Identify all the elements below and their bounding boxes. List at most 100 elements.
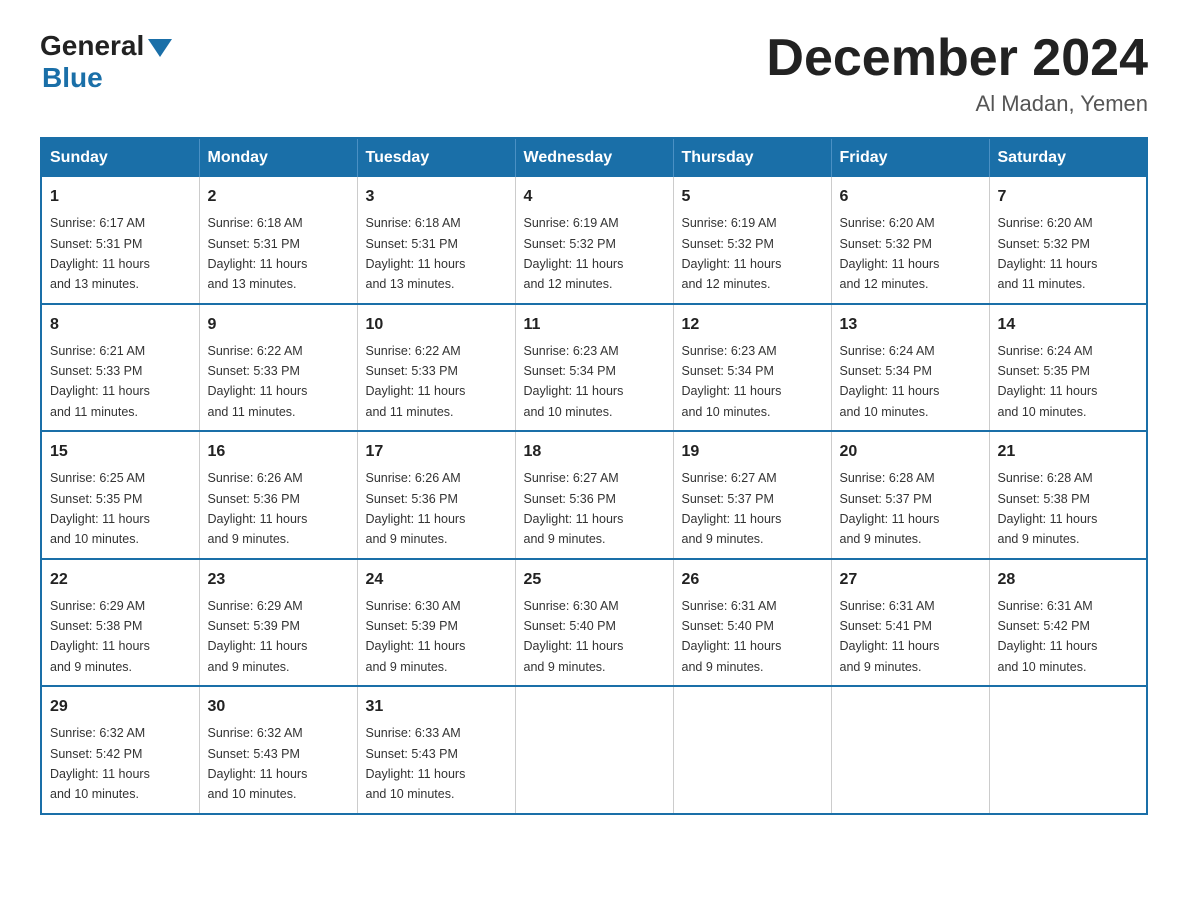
calendar-cell: 3 Sunrise: 6:18 AMSunset: 5:31 PMDayligh… (357, 177, 515, 304)
calendar-cell: 29 Sunrise: 6:32 AMSunset: 5:42 PMDaylig… (41, 686, 199, 814)
weekday-header-wednesday: Wednesday (515, 138, 673, 177)
calendar-cell: 11 Sunrise: 6:23 AMSunset: 5:34 PMDaylig… (515, 304, 673, 432)
title-section: December 2024 Al Madan, Yemen (766, 30, 1148, 117)
calendar-cell (673, 686, 831, 814)
weekday-header-thursday: Thursday (673, 138, 831, 177)
day-number: 1 (50, 185, 191, 209)
calendar-cell: 14 Sunrise: 6:24 AMSunset: 5:35 PMDaylig… (989, 304, 1147, 432)
calendar-cell: 5 Sunrise: 6:19 AMSunset: 5:32 PMDayligh… (673, 177, 831, 304)
day-info: Sunrise: 6:20 AMSunset: 5:32 PMDaylight:… (840, 216, 940, 291)
day-number: 23 (208, 568, 349, 592)
day-number: 4 (524, 185, 665, 209)
day-info: Sunrise: 6:26 AMSunset: 5:36 PMDaylight:… (208, 471, 308, 546)
day-info: Sunrise: 6:24 AMSunset: 5:35 PMDaylight:… (998, 344, 1098, 419)
calendar-cell: 4 Sunrise: 6:19 AMSunset: 5:32 PMDayligh… (515, 177, 673, 304)
logo-blue-text: Blue (42, 62, 103, 93)
calendar-cell: 12 Sunrise: 6:23 AMSunset: 5:34 PMDaylig… (673, 304, 831, 432)
day-number: 12 (682, 313, 823, 337)
calendar-cell: 1 Sunrise: 6:17 AMSunset: 5:31 PMDayligh… (41, 177, 199, 304)
day-number: 5 (682, 185, 823, 209)
day-info: Sunrise: 6:28 AMSunset: 5:37 PMDaylight:… (840, 471, 940, 546)
day-number: 16 (208, 440, 349, 464)
day-info: Sunrise: 6:29 AMSunset: 5:39 PMDaylight:… (208, 599, 308, 674)
day-info: Sunrise: 6:20 AMSunset: 5:32 PMDaylight:… (998, 216, 1098, 291)
calendar-cell: 9 Sunrise: 6:22 AMSunset: 5:33 PMDayligh… (199, 304, 357, 432)
day-info: Sunrise: 6:30 AMSunset: 5:39 PMDaylight:… (366, 599, 466, 674)
month-title: December 2024 (766, 30, 1148, 87)
weekday-header-friday: Friday (831, 138, 989, 177)
day-number: 15 (50, 440, 191, 464)
day-info: Sunrise: 6:31 AMSunset: 5:42 PMDaylight:… (998, 599, 1098, 674)
page-header: General Blue December 2024 Al Madan, Yem… (40, 30, 1148, 117)
day-info: Sunrise: 6:21 AMSunset: 5:33 PMDaylight:… (50, 344, 150, 419)
calendar-week-row: 15 Sunrise: 6:25 AMSunset: 5:35 PMDaylig… (41, 431, 1147, 559)
calendar-cell: 26 Sunrise: 6:31 AMSunset: 5:40 PMDaylig… (673, 559, 831, 687)
day-number: 13 (840, 313, 981, 337)
calendar-cell: 2 Sunrise: 6:18 AMSunset: 5:31 PMDayligh… (199, 177, 357, 304)
day-number: 7 (998, 185, 1139, 209)
calendar-cell: 24 Sunrise: 6:30 AMSunset: 5:39 PMDaylig… (357, 559, 515, 687)
calendar-header-row: SundayMondayTuesdayWednesdayThursdayFrid… (41, 138, 1147, 177)
day-info: Sunrise: 6:31 AMSunset: 5:41 PMDaylight:… (840, 599, 940, 674)
day-info: Sunrise: 6:23 AMSunset: 5:34 PMDaylight:… (682, 344, 782, 419)
day-number: 27 (840, 568, 981, 592)
calendar-cell: 30 Sunrise: 6:32 AMSunset: 5:43 PMDaylig… (199, 686, 357, 814)
calendar-cell: 8 Sunrise: 6:21 AMSunset: 5:33 PMDayligh… (41, 304, 199, 432)
day-info: Sunrise: 6:19 AMSunset: 5:32 PMDaylight:… (682, 216, 782, 291)
calendar-cell: 16 Sunrise: 6:26 AMSunset: 5:36 PMDaylig… (199, 431, 357, 559)
day-number: 8 (50, 313, 191, 337)
logo-arrow-icon (148, 39, 172, 57)
calendar-cell: 10 Sunrise: 6:22 AMSunset: 5:33 PMDaylig… (357, 304, 515, 432)
calendar-cell (515, 686, 673, 814)
day-info: Sunrise: 6:30 AMSunset: 5:40 PMDaylight:… (524, 599, 624, 674)
calendar-cell: 6 Sunrise: 6:20 AMSunset: 5:32 PMDayligh… (831, 177, 989, 304)
day-info: Sunrise: 6:27 AMSunset: 5:36 PMDaylight:… (524, 471, 624, 546)
calendar-cell: 31 Sunrise: 6:33 AMSunset: 5:43 PMDaylig… (357, 686, 515, 814)
logo: General Blue (40, 30, 172, 94)
day-number: 6 (840, 185, 981, 209)
day-info: Sunrise: 6:23 AMSunset: 5:34 PMDaylight:… (524, 344, 624, 419)
day-info: Sunrise: 6:26 AMSunset: 5:36 PMDaylight:… (366, 471, 466, 546)
day-number: 25 (524, 568, 665, 592)
day-info: Sunrise: 6:32 AMSunset: 5:42 PMDaylight:… (50, 726, 150, 801)
calendar-cell: 19 Sunrise: 6:27 AMSunset: 5:37 PMDaylig… (673, 431, 831, 559)
day-info: Sunrise: 6:29 AMSunset: 5:38 PMDaylight:… (50, 599, 150, 674)
day-number: 11 (524, 313, 665, 337)
day-info: Sunrise: 6:18 AMSunset: 5:31 PMDaylight:… (366, 216, 466, 291)
calendar-cell: 23 Sunrise: 6:29 AMSunset: 5:39 PMDaylig… (199, 559, 357, 687)
day-number: 26 (682, 568, 823, 592)
calendar-cell: 13 Sunrise: 6:24 AMSunset: 5:34 PMDaylig… (831, 304, 989, 432)
calendar-cell: 28 Sunrise: 6:31 AMSunset: 5:42 PMDaylig… (989, 559, 1147, 687)
day-number: 19 (682, 440, 823, 464)
calendar-week-row: 22 Sunrise: 6:29 AMSunset: 5:38 PMDaylig… (41, 559, 1147, 687)
day-number: 14 (998, 313, 1139, 337)
calendar-cell: 27 Sunrise: 6:31 AMSunset: 5:41 PMDaylig… (831, 559, 989, 687)
weekday-header-monday: Monday (199, 138, 357, 177)
day-number: 10 (366, 313, 507, 337)
logo-general-text: General (40, 30, 144, 62)
day-number: 24 (366, 568, 507, 592)
calendar-cell: 15 Sunrise: 6:25 AMSunset: 5:35 PMDaylig… (41, 431, 199, 559)
day-info: Sunrise: 6:17 AMSunset: 5:31 PMDaylight:… (50, 216, 150, 291)
day-number: 18 (524, 440, 665, 464)
calendar-cell: 18 Sunrise: 6:27 AMSunset: 5:36 PMDaylig… (515, 431, 673, 559)
calendar-week-row: 29 Sunrise: 6:32 AMSunset: 5:42 PMDaylig… (41, 686, 1147, 814)
calendar-cell: 7 Sunrise: 6:20 AMSunset: 5:32 PMDayligh… (989, 177, 1147, 304)
day-info: Sunrise: 6:33 AMSunset: 5:43 PMDaylight:… (366, 726, 466, 801)
day-info: Sunrise: 6:19 AMSunset: 5:32 PMDaylight:… (524, 216, 624, 291)
day-number: 2 (208, 185, 349, 209)
calendar-cell: 20 Sunrise: 6:28 AMSunset: 5:37 PMDaylig… (831, 431, 989, 559)
day-number: 21 (998, 440, 1139, 464)
day-info: Sunrise: 6:24 AMSunset: 5:34 PMDaylight:… (840, 344, 940, 419)
calendar-cell: 17 Sunrise: 6:26 AMSunset: 5:36 PMDaylig… (357, 431, 515, 559)
day-info: Sunrise: 6:22 AMSunset: 5:33 PMDaylight:… (366, 344, 466, 419)
day-number: 22 (50, 568, 191, 592)
day-info: Sunrise: 6:32 AMSunset: 5:43 PMDaylight:… (208, 726, 308, 801)
day-number: 20 (840, 440, 981, 464)
day-number: 3 (366, 185, 507, 209)
day-info: Sunrise: 6:25 AMSunset: 5:35 PMDaylight:… (50, 471, 150, 546)
day-number: 28 (998, 568, 1139, 592)
day-number: 30 (208, 695, 349, 719)
day-info: Sunrise: 6:28 AMSunset: 5:38 PMDaylight:… (998, 471, 1098, 546)
calendar-cell: 21 Sunrise: 6:28 AMSunset: 5:38 PMDaylig… (989, 431, 1147, 559)
